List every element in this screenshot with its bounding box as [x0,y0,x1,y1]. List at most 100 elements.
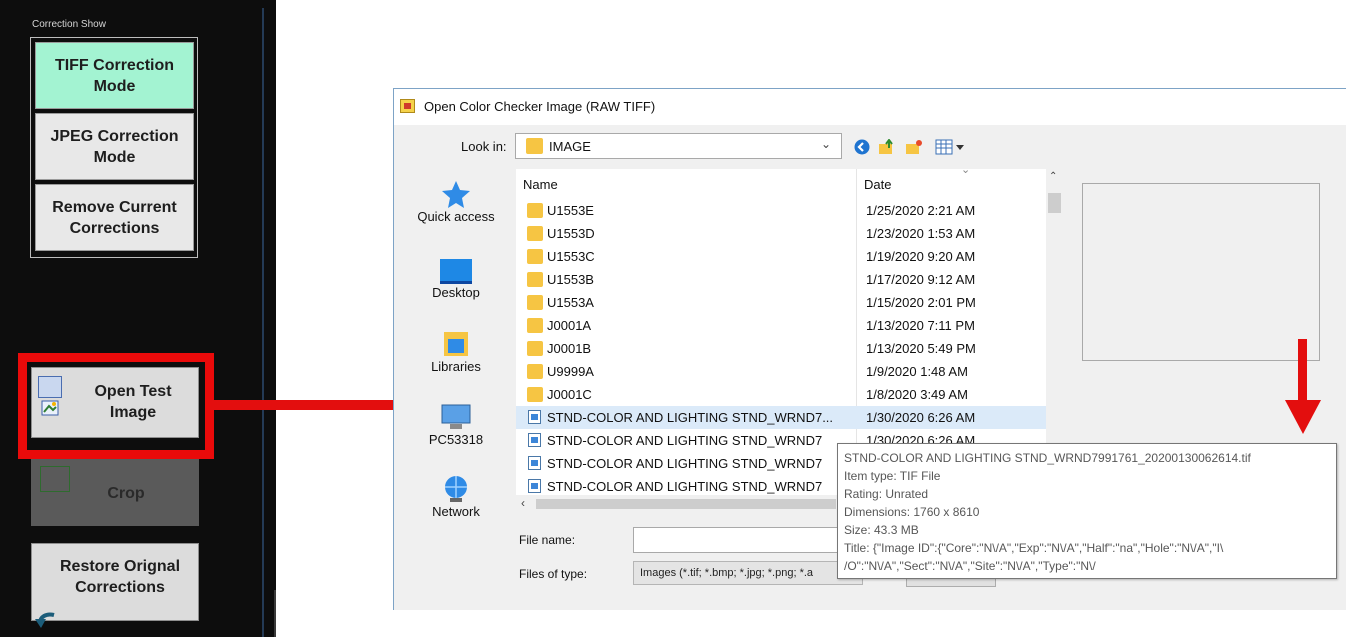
desktop-icon [440,259,472,284]
file-date: 1/23/2020 1:53 AM [866,226,976,241]
restore-label: Restore Orignal Corrections [59,558,181,596]
remove-current-corrections-button[interactable]: Remove Current Corrections [35,184,194,251]
place-label: Desktop [432,285,480,300]
files-of-type-label: Files of type: [519,567,588,581]
list-item[interactable]: U1553A 1/15/2020 2:01 PM [516,291,1046,314]
list-item[interactable]: U1553E 1/25/2020 2:21 AM [516,199,1046,222]
place-label: Network [432,504,480,519]
list-item[interactable]: J0001A 1/13/2020 7:11 PM [516,314,1046,337]
list-item[interactable]: U1553D 1/23/2020 1:53 AM [516,222,1046,245]
place-libraries[interactable]: Libraries [402,329,510,374]
place-label: Libraries [431,359,481,374]
file-date: 1/25/2020 2:21 AM [866,203,976,218]
folder-icon [527,364,543,379]
list-item-selected[interactable]: STND-COLOR AND LIGHTING STND_WRND7... 1/3… [516,406,1046,429]
file-name: J0001B [547,341,592,356]
folder-icon [527,387,543,402]
look-in-value: IMAGE [549,139,591,154]
column-header-date[interactable]: Date [864,177,891,192]
down-arrow-head [1285,400,1321,434]
tooltip-size: Size: 43.3 MB [844,523,919,537]
tooltip-filename: STND-COLOR AND LIGHTING STND_WRND7991761… [844,451,1251,465]
file-date: 1/8/2020 3:49 AM [866,387,968,402]
crop-button[interactable]: Crop [31,459,199,526]
place-desktop[interactable]: Desktop [402,257,510,300]
file-name: U1553C [547,249,595,264]
image-file-icon [528,433,541,447]
place-label: PC53318 [428,432,484,447]
panel-divider [262,8,264,637]
file-name: U1553A [547,295,594,310]
file-date: 1/15/2020 2:01 PM [866,295,976,310]
files-of-type-dropdown[interactable]: Images (*.tif; *.bmp; *.jpg; *.png; *.a [633,561,863,585]
file-date: 1/17/2020 9:12 AM [866,272,976,287]
list-item[interactable]: U1553C 1/19/2020 9:20 AM [516,245,1046,268]
restore-original-corrections-button[interactable]: Restore Orignal Corrections [31,543,199,628]
highlight-box [18,353,214,459]
file-name: U1553E [547,203,594,218]
folder-icon [527,318,543,333]
file-date: 1/13/2020 7:11 PM [866,318,975,333]
place-label: Quick access [417,209,495,224]
computer-icon [441,404,471,429]
look-in-label: Look in: [461,139,507,154]
folder-icon [527,203,543,218]
undo-arrow-icon [34,588,58,628]
back-icon[interactable] [854,139,870,155]
file-date: 1/9/2020 1:48 AM [866,364,968,379]
look-in-dropdown[interactable]: IMAGE ⌄ [515,133,842,159]
file-date: 1/13/2020 5:49 PM [866,341,976,356]
correction-group-title: Correction Show [32,19,106,30]
tiff-correction-mode-button[interactable]: TIFF Correction Mode [35,42,194,109]
file-name: U1553B [547,272,594,287]
libraries-icon [444,332,468,356]
folder-icon [527,272,543,287]
file-name: STND-COLOR AND LIGHTING STND_WRND7 [547,479,823,494]
list-item[interactable]: U9999A 1/9/2020 1:48 AM [516,360,1046,383]
scroll-up-icon[interactable]: ⌃ [1049,171,1057,182]
horizontal-scrollbar[interactable]: ‹ [516,495,844,513]
crop-label: Crop [107,485,145,502]
file-date: 1/30/2020 6:26 AM [866,410,976,425]
up-folder-icon[interactable] [878,138,896,155]
folder-icon [527,341,543,356]
tooltip-title-line-2: /O":"N\/A","Sect":"N\/A","Site":"N\/A","… [844,559,1096,573]
screenshot-root: Correction Show TIFF Correction Mode JPE… [0,0,1346,637]
jpeg-correction-mode-button[interactable]: JPEG Correction Mode [35,113,194,180]
image-file-icon [528,456,541,470]
image-file-icon [528,479,541,493]
file-name-label: File name: [519,533,576,547]
file-name: U9999A [547,364,594,379]
file-name-input[interactable] [633,527,853,553]
view-menu-icon[interactable] [935,139,965,155]
scroll-thumb[interactable] [1048,193,1061,213]
file-name: J0001A [547,318,592,333]
file-name: STND-COLOR AND LIGHTING STND_WRND7... [547,410,834,425]
folder-icon [526,138,543,154]
list-item[interactable]: J0001B 1/13/2020 5:49 PM [516,337,1046,360]
tooltip-title-line-1: Title: {"Image ID":{"Core":"N\/A","Exp":… [844,541,1224,555]
dialog-title: Open Color Checker Image (RAW TIFF) [424,99,656,114]
scroll-left-icon[interactable]: ‹ [521,496,525,510]
file-info-tooltip: STND-COLOR AND LIGHTING STND_WRND7991761… [837,443,1337,579]
image-preview-pane [1082,183,1320,361]
file-name: J0001C [547,387,592,402]
new-folder-icon[interactable] [905,139,923,155]
sort-chevron-icon: ⌄ [961,164,971,176]
list-item[interactable]: J0001C 1/8/2020 3:49 AM [516,383,1046,406]
place-quick-access[interactable]: Quick access [402,179,510,224]
scroll-thumb[interactable] [536,499,836,509]
app-icon [400,99,415,113]
folder-icon [527,295,543,310]
folder-icon [527,249,543,264]
chevron-down-icon: ⌄ [820,137,831,151]
places-bar: Quick access Desktop Libraries PC53318 N… [402,169,510,529]
list-item[interactable]: U1553B 1/17/2020 9:12 AM [516,268,1046,291]
place-this-pc[interactable]: PC53318 [402,402,510,447]
place-network[interactable]: Network [402,474,510,519]
file-date: 1/19/2020 9:20 AM [866,249,976,264]
network-icon [445,476,467,502]
column-header-name[interactable]: Name [523,177,558,192]
dialog-titlebar: Open Color Checker Image (RAW TIFF) [394,89,1346,125]
correction-side-panel: Correction Show TIFF Correction Mode JPE… [0,0,276,637]
